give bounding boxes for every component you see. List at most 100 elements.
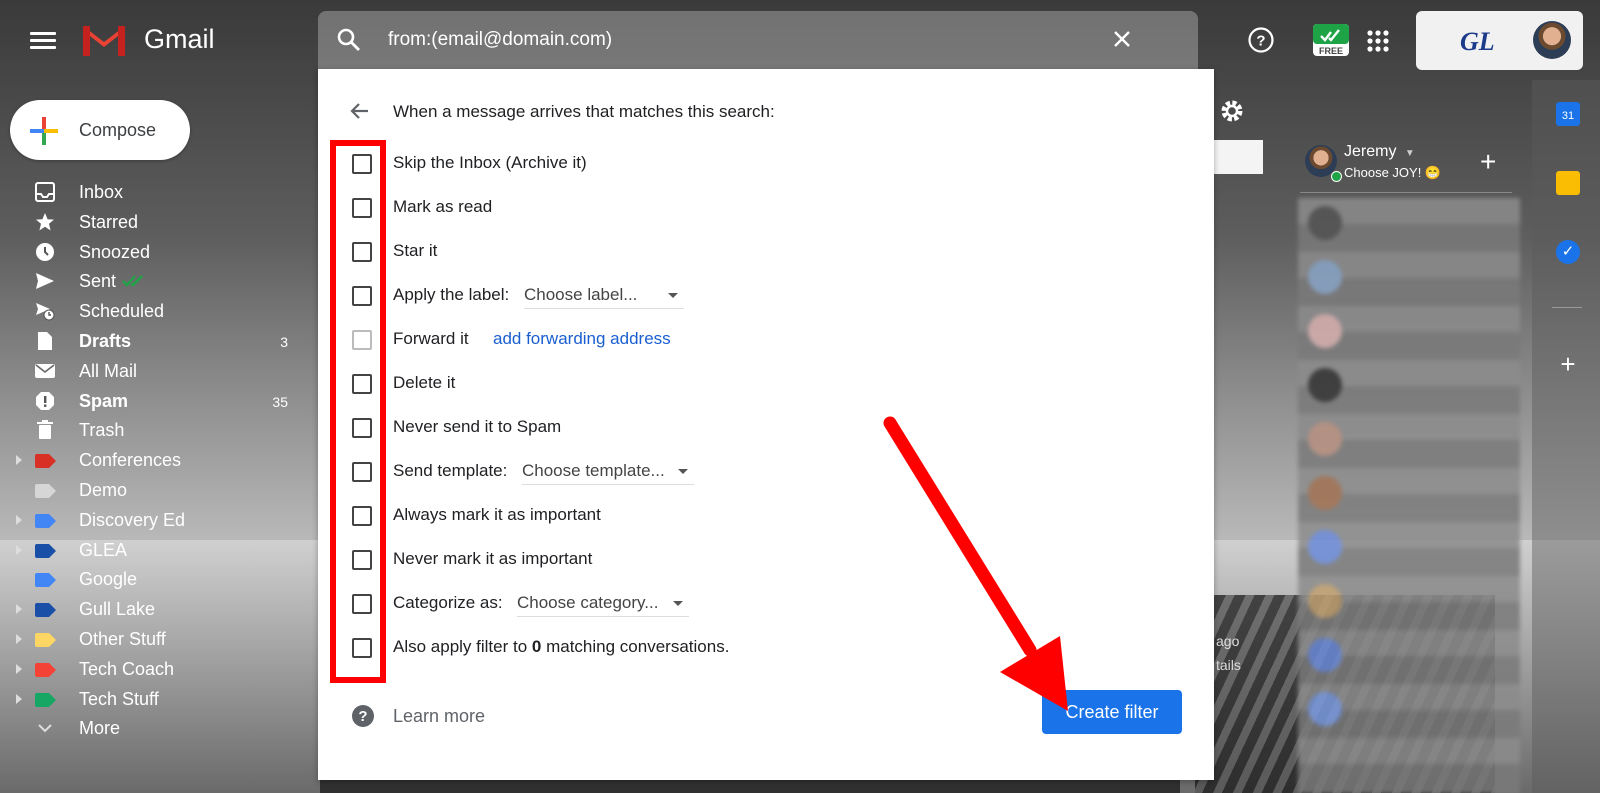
main-menu-icon[interactable] — [30, 28, 56, 52]
extension-icon[interactable]: FREE — [1311, 20, 1351, 60]
sidebar-item-label: All Mail — [79, 360, 138, 381]
sidebar-item-label: Tech Coach — [79, 658, 175, 679]
compose-button[interactable]: Compose — [10, 100, 190, 160]
sidebar-item-tech-stuff[interactable]: Tech Stuff — [0, 685, 300, 715]
expand-caret-icon[interactable] — [16, 633, 22, 644]
search-bar[interactable]: from:(email@domain.com) — [318, 11, 1198, 69]
sidebar-item-google[interactable]: Google — [0, 565, 300, 595]
sidebar-item-conferences[interactable]: Conferences — [0, 446, 300, 476]
label-dropdown[interactable]: Choose label... — [524, 282, 684, 309]
sidebar-nav: Inbox Starred Snoozed Sent Scheduled Dra… — [0, 178, 300, 744]
close-icon[interactable] — [1110, 27, 1134, 51]
mail-icon — [35, 363, 55, 378]
sidebar-item-all-mail[interactable]: All Mail — [0, 357, 300, 387]
keep-icon[interactable] — [1556, 171, 1580, 195]
online-status-dot — [1331, 171, 1342, 182]
gmail-logo-icon[interactable] — [80, 22, 128, 58]
extension-badge: FREE — [1318, 46, 1343, 56]
template-dropdown[interactable]: Choose template... — [522, 458, 694, 485]
expand-caret-icon[interactable] — [16, 455, 22, 466]
sidebar-item-demo[interactable]: Demo — [0, 476, 300, 506]
new-chat-plus-icon[interactable]: + — [1480, 146, 1496, 178]
avatar[interactable] — [1533, 21, 1571, 59]
filter-option-delete: Delete it — [318, 370, 1198, 400]
unread-count: 35 — [272, 393, 288, 410]
tasks-icon[interactable]: ✓ — [1556, 240, 1580, 264]
sidebar-item-label: Drafts — [79, 330, 132, 351]
sidebar-item-discovery-ed[interactable]: Discovery Ed — [0, 506, 300, 536]
sidebar-item-gull-lake[interactable]: Gull Lake — [0, 595, 300, 625]
sidebar-item-tech-coach[interactable]: Tech Coach — [0, 655, 300, 685]
search-icon[interactable] — [336, 27, 362, 53]
sidebar-item-inbox[interactable]: Inbox — [0, 178, 300, 208]
gear-icon[interactable] — [1219, 98, 1245, 124]
chat-contact-list[interactable] — [1298, 198, 1520, 793]
search-chat-field[interactable] — [1214, 140, 1263, 174]
option-label: Never mark it as important — [393, 549, 593, 568]
sidebar-item-label: Trash — [79, 420, 125, 441]
sidebar-item-label: Snoozed — [79, 241, 151, 262]
search-input[interactable]: from:(email@domain.com) — [388, 29, 612, 51]
sidebar-item-glea[interactable]: GLEA — [0, 536, 300, 566]
unread-count: 3 — [280, 333, 288, 350]
expand-caret-icon[interactable] — [16, 663, 22, 674]
sidebar-item-drafts[interactable]: Drafts 3 — [0, 327, 300, 357]
draft-icon — [38, 331, 52, 350]
dropdown-arrow-icon — [678, 469, 688, 474]
sidebar-item-label: Tech Stuff — [79, 688, 159, 709]
sidebar-item-starred[interactable]: Starred — [0, 208, 300, 238]
add-forwarding-address-link[interactable]: add forwarding address — [493, 329, 671, 349]
calendar-icon[interactable]: 31 — [1556, 102, 1580, 126]
chat-user-name[interactable]: Jeremy ▼ — [1344, 143, 1415, 161]
option-label: Apply the label: — [393, 285, 510, 304]
expand-caret-icon[interactable] — [16, 544, 22, 555]
sidebar-item-spam[interactable]: Spam 35 — [0, 387, 300, 417]
label-icon — [35, 692, 56, 707]
category-dropdown[interactable]: Choose category... — [517, 590, 689, 617]
expand-caret-icon[interactable] — [16, 514, 22, 525]
account-switcher[interactable]: GL — [1416, 11, 1583, 70]
sidebar-item-scheduled[interactable]: Scheduled — [0, 297, 300, 327]
sidebar-item-trash[interactable]: Trash — [0, 416, 300, 446]
gmail-wordmark: Gmail — [144, 24, 215, 54]
spam-icon — [36, 391, 54, 410]
apps-grid-icon[interactable] — [1367, 30, 1389, 52]
sidebar-item-label: More — [79, 718, 121, 739]
learn-more-link[interactable]: Learn more — [393, 706, 485, 727]
filter-option-apply-existing: Also apply filter to 0 matching conversa… — [318, 634, 1198, 664]
filter-option-send-template: Send template: Choose template... — [318, 458, 1198, 488]
sidebar-item-other-stuff[interactable]: Other Stuff — [0, 625, 300, 655]
filter-option-never-important: Never mark it as important — [318, 546, 1198, 576]
filter-option-apply-label: Apply the label: Choose label... — [318, 282, 1198, 312]
chevron-down-icon[interactable]: ▼ — [1405, 148, 1415, 159]
dialog-title: When a message arrives that matches this… — [393, 102, 775, 121]
sidebar-item-label: Gull Lake — [79, 599, 156, 620]
sidebar-item-sent[interactable]: Sent — [0, 267, 300, 297]
plus-icon — [30, 117, 58, 145]
dropdown-value: Choose category... — [517, 593, 659, 612]
sidebar-item-label: Demo — [79, 479, 128, 500]
filter-option-always-important: Always mark it as important — [318, 502, 1198, 532]
help-icon[interactable]: ? — [1247, 26, 1275, 54]
back-arrow-icon[interactable] — [348, 99, 372, 123]
star-icon — [36, 212, 54, 231]
scheduled-icon — [36, 303, 55, 321]
expand-caret-icon[interactable] — [16, 604, 22, 615]
option-label: Mark as read — [393, 197, 493, 216]
dropdown-arrow-icon — [668, 293, 678, 298]
expand-caret-icon[interactable] — [16, 693, 22, 704]
sidebar-item-label: Discovery Ed — [79, 509, 186, 530]
sidebar-item-label: Starred — [79, 211, 139, 232]
svg-text:?: ? — [1256, 33, 1265, 50]
create-filter-button[interactable]: Create filter — [1042, 690, 1182, 734]
label-icon — [35, 513, 56, 528]
help-circle-icon[interactable]: ? — [351, 704, 375, 728]
filter-option-forward: Forward it add forwarding address — [318, 326, 1198, 356]
option-label: Categorize as: — [393, 593, 503, 612]
add-addon-plus-icon[interactable]: + — [1556, 351, 1580, 377]
sidebar-item-more[interactable]: More — [0, 714, 300, 744]
sidebar-item-snoozed[interactable]: Snoozed — [0, 238, 300, 268]
chat-status-message[interactable]: Choose JOY! 😁 — [1344, 165, 1441, 181]
filter-option-mark-read: Mark as read — [318, 194, 1198, 224]
label-icon — [35, 483, 56, 498]
